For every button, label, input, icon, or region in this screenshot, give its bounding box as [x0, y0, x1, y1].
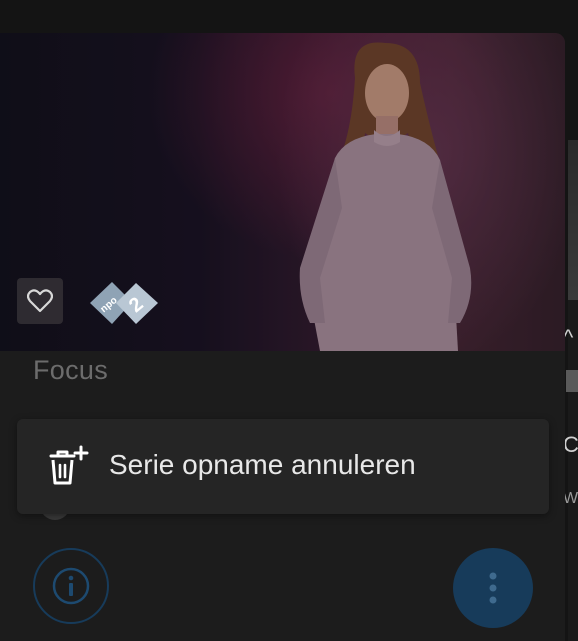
info-icon	[52, 567, 90, 605]
cancel-series-recording-label: Serie opname annuleren	[109, 449, 416, 480]
next-card-title: C	[563, 432, 578, 457]
next-card-divider	[566, 370, 578, 392]
screen: ^ C W npo 2 Focus Serie opname annuleren	[0, 0, 578, 641]
hero-overlay	[0, 33, 565, 351]
trash-plus-icon	[49, 445, 89, 485]
info-button[interactable]	[33, 548, 109, 624]
context-menu: Serie opname annuleren	[17, 419, 549, 514]
next-card-image	[568, 140, 578, 300]
more-options-button[interactable]	[453, 548, 533, 628]
favorite-button[interactable]	[17, 278, 63, 324]
next-card-subtitle: W	[563, 490, 578, 507]
more-vertical-icon	[489, 572, 497, 604]
heart-icon	[27, 289, 53, 313]
npo2-logo-icon: npo 2	[90, 282, 158, 324]
program-image: npo 2	[0, 33, 565, 351]
program-title: Focus	[33, 355, 109, 385]
